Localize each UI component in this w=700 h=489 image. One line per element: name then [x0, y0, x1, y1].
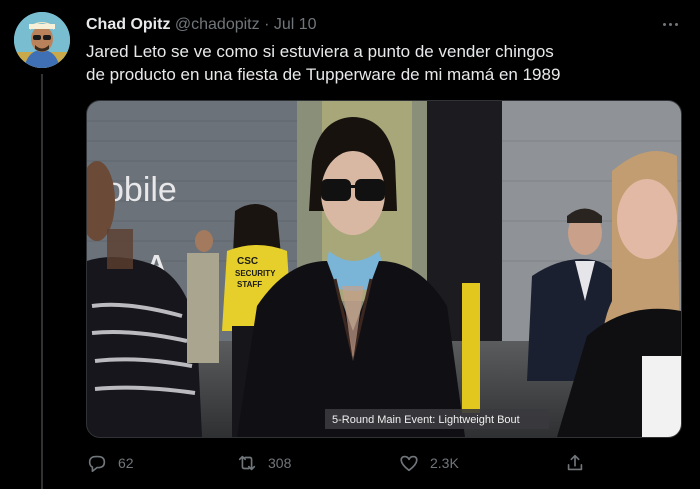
reply-icon: [88, 455, 106, 473]
more-icon[interactable]: [660, 16, 680, 32]
retweet-button[interactable]: 308: [236, 450, 291, 476]
separator-dot: ·: [264, 16, 270, 33]
vest-text-line-3: STAFF: [237, 280, 262, 289]
reply-button[interactable]: 62: [86, 450, 134, 476]
tweet-text: Jared Leto se ve como si estuviera a pun…: [86, 40, 676, 86]
thread-line: [41, 74, 43, 489]
heart-icon: [400, 455, 418, 472]
like-count: 2.3K: [430, 455, 459, 471]
share-button[interactable]: [564, 450, 586, 476]
vest-text-line-1: CSC: [237, 256, 258, 267]
tweet-media[interactable]: obile A CSC SECURITY STAFF 5-Round Main …: [86, 100, 682, 438]
author-name[interactable]: Chad Opitz: [86, 16, 170, 33]
author-handle[interactable]: @chadopitz: [175, 16, 260, 33]
wall-sign-text: obile: [105, 171, 177, 209]
vest-text-line-2: SECURITY: [235, 269, 276, 278]
tweet-text-line-2: de producto en una fiesta de Tupperware …: [86, 65, 561, 84]
action-bar: 62 308 2.3K: [86, 450, 676, 476]
like-button[interactable]: 2.3K: [398, 450, 459, 476]
tweet-date[interactable]: Jul 10: [274, 16, 317, 33]
retweet-count: 308: [268, 455, 292, 471]
share-icon: [567, 454, 583, 471]
tweet-header: Chad Opitz @chadopitz · Jul 10: [86, 15, 670, 35]
tweet-text-line-1: Jared Leto se ve como si estuviera a pun…: [86, 42, 554, 61]
retweet-icon: [238, 455, 256, 471]
avatar[interactable]: [14, 12, 70, 68]
lower-third-text: 5-Round Main Event: Lightweight Bout: [332, 414, 520, 426]
avatar-image: [14, 12, 70, 68]
media-photo: obile A CSC SECURITY STAFF 5-Round Main …: [87, 101, 681, 437]
reply-count: 62: [118, 455, 134, 471]
